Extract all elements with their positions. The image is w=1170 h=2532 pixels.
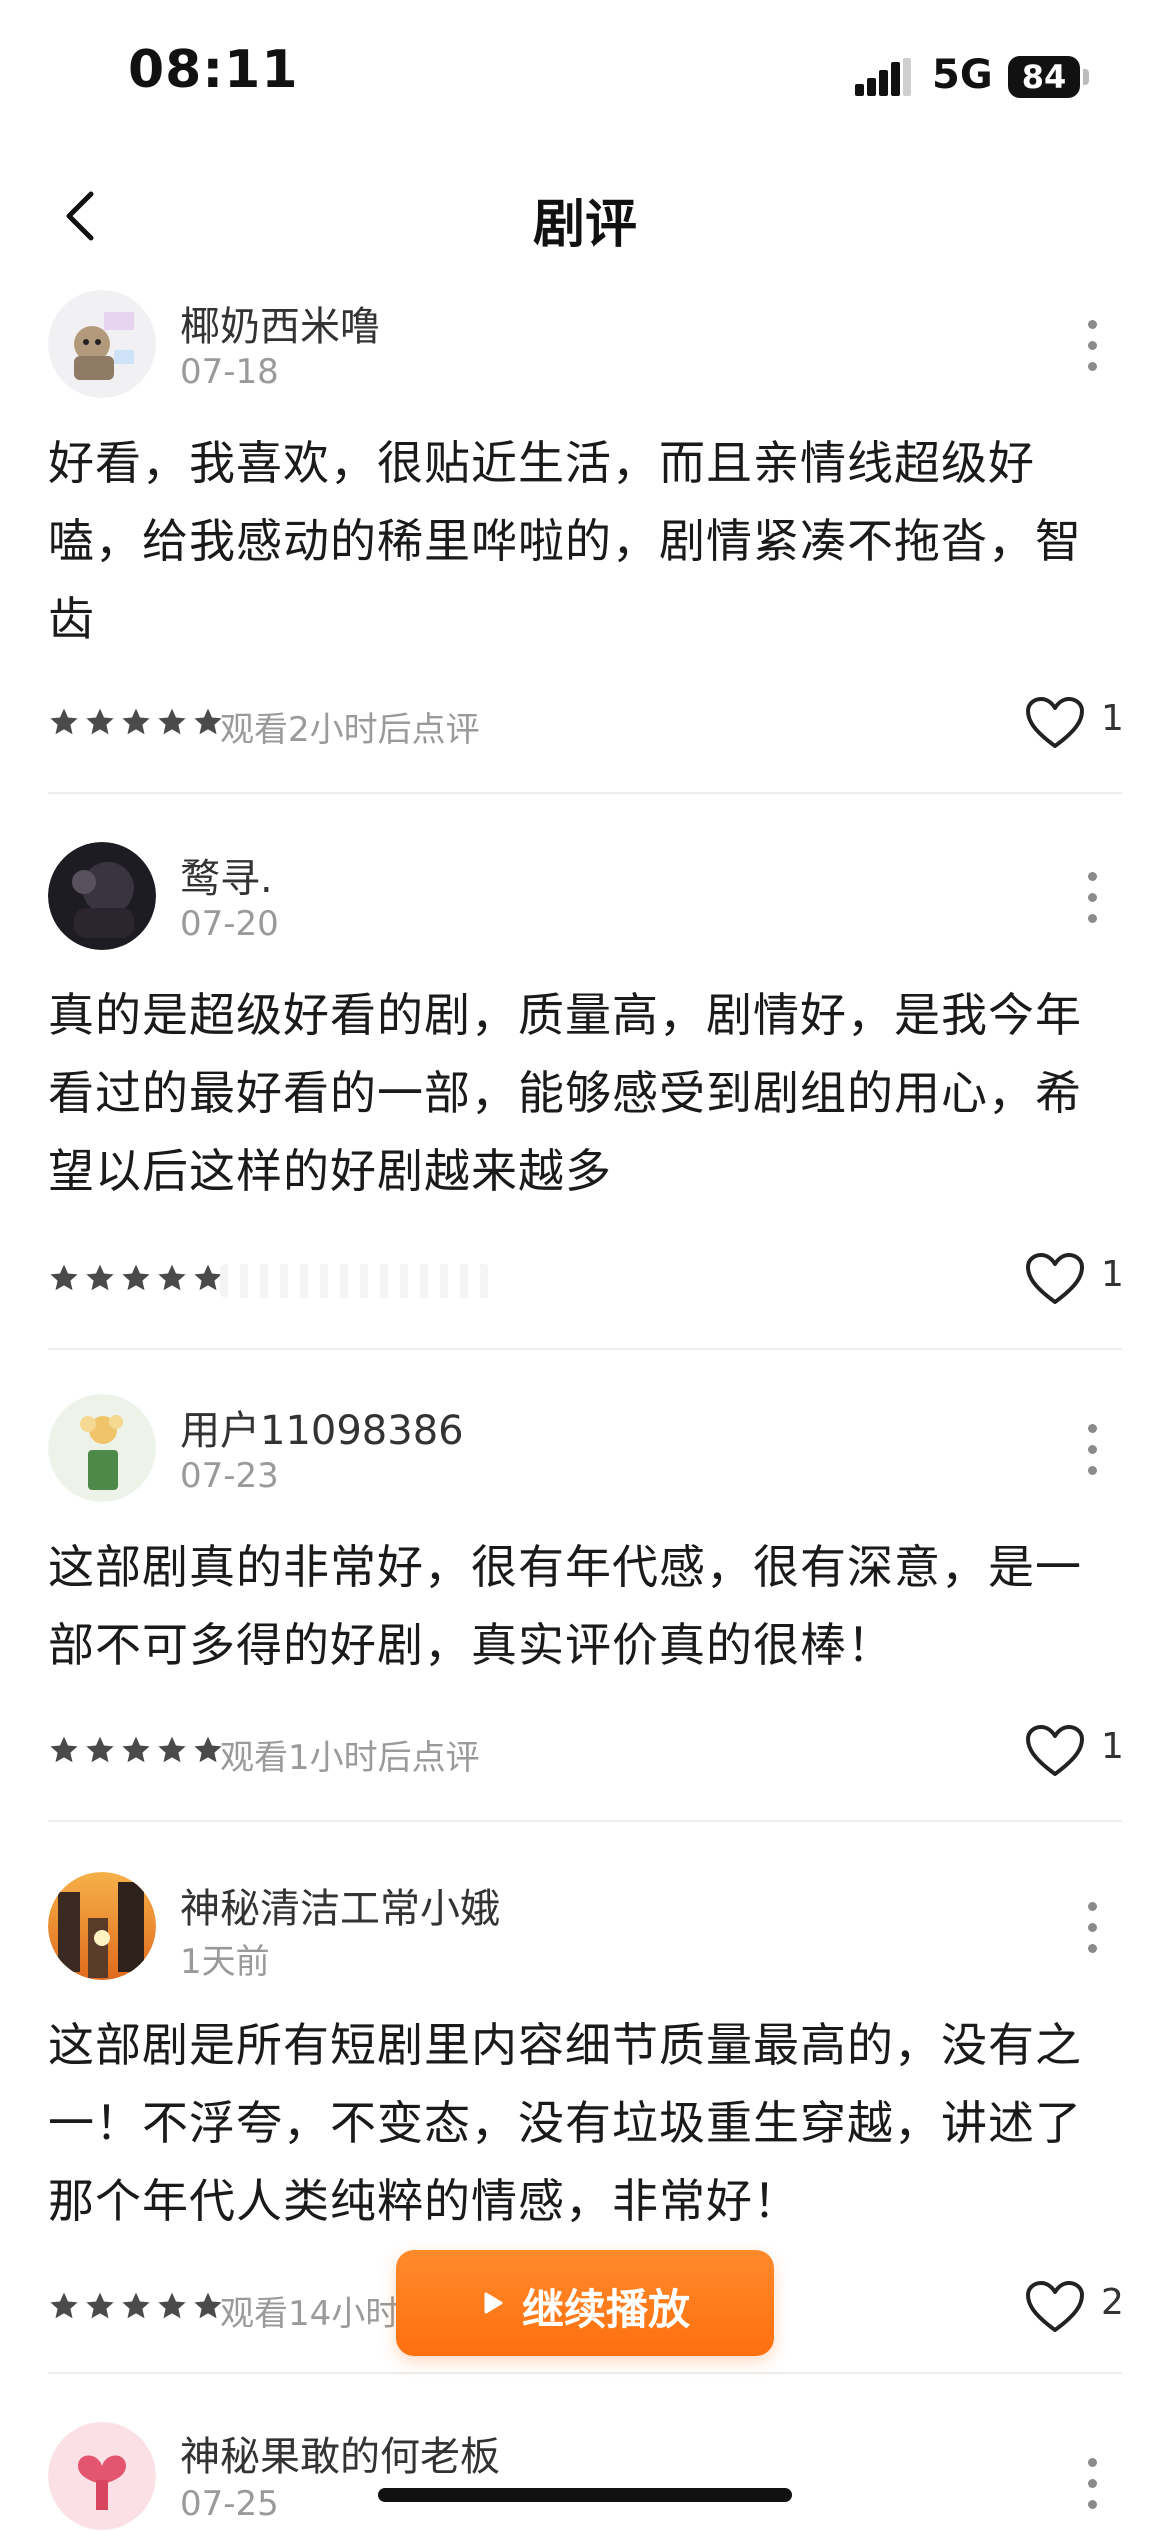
battery-icon: 84 bbox=[1008, 56, 1089, 98]
continue-playing-label: 继续播放 bbox=[522, 2285, 691, 2334]
star-rating bbox=[48, 2290, 224, 2326]
watch-note: 观看2小时后点评 bbox=[220, 710, 480, 750]
like-button[interactable]: 1 bbox=[1025, 1720, 1135, 1782]
avatar[interactable] bbox=[48, 290, 156, 398]
battery-level: 84 bbox=[1008, 56, 1080, 98]
star-icon bbox=[158, 1264, 186, 1291]
review-text: 这部剧真的非常好，很有年代感，很有深意，是一部不可多得的好剧，真实评价真的很棒！ bbox=[48, 1540, 1082, 1672]
star-icon bbox=[86, 2292, 114, 2319]
username[interactable]: 鹜寻. bbox=[180, 846, 273, 904]
like-button[interactable]: 1 bbox=[1025, 1248, 1135, 1310]
review-item: 鹜寻. 07-20 真的是超级好看的剧，质量高，剧情好，是我今年看过的最好看的一… bbox=[0, 842, 1170, 1350]
home-indicator[interactable] bbox=[378, 2488, 792, 2502]
avatar[interactable] bbox=[48, 842, 156, 950]
username[interactable]: 用户11098386 bbox=[180, 1398, 464, 1456]
blurred-watch-note bbox=[220, 1264, 490, 1298]
nav-bar: 剧评 bbox=[0, 160, 1170, 270]
battery-cap bbox=[1083, 69, 1089, 85]
page-title: 剧评 bbox=[532, 195, 637, 255]
review-date: 07-23 bbox=[180, 1456, 279, 1496]
heart-icon bbox=[1026, 697, 1084, 748]
heart-icon bbox=[1026, 1725, 1084, 1776]
status-bar: 08:11 5G 84 bbox=[0, 0, 1170, 150]
star-icon bbox=[50, 1736, 78, 1763]
like-button[interactable]: 2 bbox=[1025, 2276, 1135, 2338]
more-icon[interactable] bbox=[1080, 872, 1104, 932]
username[interactable]: 神秘清洁工常小娥 bbox=[180, 1876, 500, 1934]
username[interactable]: 椰奶西米噜 bbox=[180, 294, 380, 352]
review-date: 1天前 bbox=[180, 1942, 270, 1982]
star-rating bbox=[48, 1262, 224, 1298]
watch-note: 观看1小时后点评 bbox=[220, 1738, 480, 1778]
divider bbox=[48, 1820, 1122, 1822]
star-icon bbox=[122, 708, 150, 735]
review-text: 好看，我喜欢，很贴近生活，而且亲情线超级好嗑，给我感动的稀里哗啦的，剧情紧凑不拖… bbox=[48, 436, 1082, 646]
network-label: 5G bbox=[932, 52, 993, 98]
avatar[interactable] bbox=[48, 1394, 156, 1502]
like-button[interactable]: 1 bbox=[1025, 692, 1135, 754]
divider bbox=[48, 1348, 1122, 1350]
review-item: 神秘果敢的何老板 07-25 bbox=[0, 2422, 1170, 2532]
star-icon bbox=[122, 1264, 150, 1291]
star-icon bbox=[158, 2292, 186, 2319]
play-icon bbox=[484, 2292, 503, 2314]
review-date: 07-20 bbox=[180, 904, 279, 944]
avatar[interactable] bbox=[48, 2422, 156, 2530]
more-icon[interactable] bbox=[1080, 320, 1104, 380]
avatar[interactable] bbox=[48, 1872, 156, 1980]
divider bbox=[48, 2372, 1122, 2374]
heart-icon bbox=[1026, 1253, 1084, 1304]
like-count: 1 bbox=[1101, 698, 1124, 739]
like-count: 1 bbox=[1101, 1254, 1124, 1295]
username[interactable]: 神秘果敢的何老板 bbox=[180, 2424, 500, 2482]
divider bbox=[48, 792, 1122, 794]
star-icon bbox=[122, 2292, 150, 2319]
watch-note: 观看14小时 bbox=[220, 2294, 400, 2334]
star-icon bbox=[86, 1264, 114, 1291]
star-icon bbox=[158, 708, 186, 735]
heart-icon bbox=[1026, 2281, 1084, 2332]
review-item: 用户11098386 07-23 这部剧真的非常好，很有年代感，很有深意，是一部… bbox=[0, 1394, 1170, 1824]
star-rating bbox=[48, 1734, 224, 1770]
star-icon bbox=[86, 1736, 114, 1763]
signal-icon bbox=[855, 58, 911, 96]
review-item: 椰奶西米噜 07-18 好看，我喜欢，很贴近生活，而且亲情线超级好嗑，给我感动的… bbox=[0, 290, 1170, 794]
more-icon[interactable] bbox=[1080, 1424, 1104, 1484]
continue-playing-button[interactable]: 继续播放 bbox=[396, 2250, 774, 2356]
star-icon bbox=[158, 1736, 186, 1763]
star-icon bbox=[122, 1736, 150, 1763]
star-icon bbox=[86, 708, 114, 735]
review-text: 这部剧是所有短剧里内容细节质量最高的，没有之一！不浮夸，不变态，没有垃圾重生穿越… bbox=[48, 2018, 1082, 2228]
review-date: 07-18 bbox=[180, 352, 279, 392]
review-date: 07-25 bbox=[180, 2484, 279, 2524]
more-icon[interactable] bbox=[1080, 1902, 1104, 1962]
more-icon[interactable] bbox=[1080, 2458, 1104, 2518]
star-icon bbox=[50, 708, 78, 735]
star-icon bbox=[50, 1264, 78, 1291]
star-icon bbox=[50, 2292, 78, 2319]
like-count: 1 bbox=[1101, 1726, 1124, 1767]
star-rating bbox=[48, 706, 224, 742]
review-text: 真的是超级好看的剧，质量高，剧情好，是我今年看过的最好看的一部，能够感受到剧组的… bbox=[48, 988, 1082, 1198]
status-time: 08:11 bbox=[128, 40, 299, 100]
like-count: 2 bbox=[1101, 2282, 1124, 2323]
